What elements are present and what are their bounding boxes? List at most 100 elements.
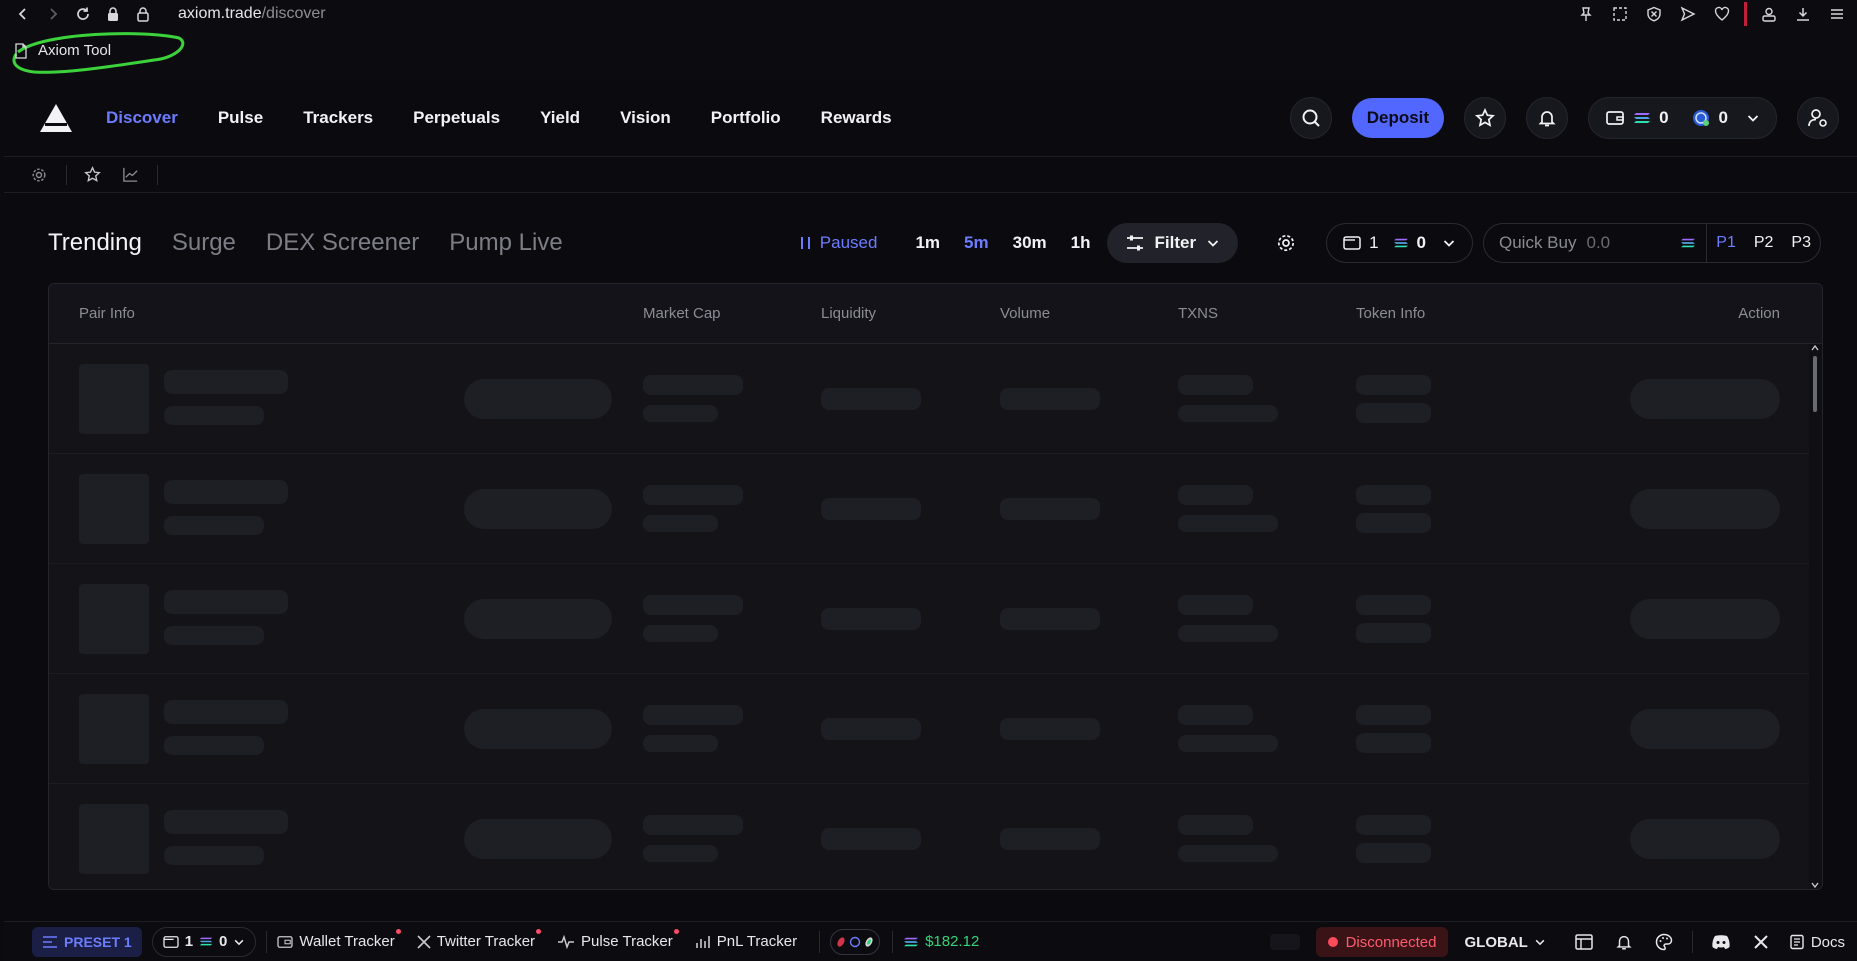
liquidity-skeleton bbox=[821, 498, 921, 520]
col-liquidity[interactable]: Liquidity bbox=[821, 305, 876, 322]
col-action[interactable]: Action bbox=[1738, 305, 1780, 322]
nav-trackers[interactable]: Trackers bbox=[303, 108, 373, 128]
bookmark-axiom-tool[interactable]: Axiom Tool bbox=[14, 42, 111, 59]
lock-icon[interactable] bbox=[128, 0, 158, 28]
wallet-balance-dropdown[interactable]: 0 0 bbox=[1588, 97, 1777, 139]
twitter-tracker-button[interactable]: Twitter Tracker bbox=[417, 929, 542, 950]
nav-perpetuals[interactable]: Perpetuals bbox=[413, 108, 500, 128]
nav-portfolio[interactable]: Portfolio bbox=[711, 108, 781, 128]
send-icon[interactable] bbox=[1676, 2, 1700, 26]
tab-dex-screener[interactable]: DEX Screener bbox=[266, 229, 419, 257]
reload-icon[interactable] bbox=[68, 0, 98, 28]
download-icon[interactable] bbox=[1791, 2, 1815, 26]
timeframe-1h[interactable]: 1h bbox=[1071, 233, 1091, 253]
scroll-down-icon[interactable] bbox=[1810, 881, 1820, 889]
page-info-icon[interactable] bbox=[98, 0, 128, 28]
back-icon[interactable] bbox=[8, 0, 38, 28]
table-row[interactable] bbox=[49, 784, 1809, 889]
app-page: axiom.trade/discover Axiom Tool Discover bbox=[0, 0, 1857, 961]
layout-icon[interactable] bbox=[1572, 930, 1596, 954]
scroll-thumb[interactable] bbox=[1813, 356, 1817, 412]
nav-discover[interactable]: Discover bbox=[106, 108, 178, 128]
col-txns[interactable]: TXNS bbox=[1178, 305, 1218, 322]
age-skeleton bbox=[464, 599, 612, 639]
palette-icon[interactable] bbox=[1652, 930, 1676, 954]
bell-icon[interactable] bbox=[1612, 930, 1636, 954]
action-button-skeleton[interactable] bbox=[1630, 709, 1780, 749]
market-cap-skeleton bbox=[643, 375, 743, 395]
filter-button[interactable]: Filter bbox=[1106, 223, 1239, 263]
action-button-skeleton[interactable] bbox=[1630, 599, 1780, 639]
preset-p2[interactable]: P2 bbox=[1745, 234, 1783, 252]
col-pair-info[interactable]: Pair Info bbox=[79, 305, 135, 322]
pin-icon[interactable] bbox=[1574, 2, 1598, 26]
x-logo-icon[interactable] bbox=[1749, 930, 1773, 954]
nav-vision[interactable]: Vision bbox=[620, 108, 671, 128]
tab-trending[interactable]: Trending bbox=[48, 229, 142, 257]
tab-pump-live[interactable]: Pump Live bbox=[449, 229, 562, 257]
address-bar[interactable]: axiom.trade/discover bbox=[178, 5, 326, 23]
sliders-icon bbox=[1126, 235, 1143, 251]
pause-toggle[interactable]: Paused bbox=[800, 233, 877, 253]
quick-buy-input[interactable]: 0.0 bbox=[1586, 233, 1676, 253]
settings-gear-icon[interactable] bbox=[26, 162, 52, 188]
nav-yield[interactable]: Yield bbox=[540, 108, 580, 128]
timeframe-1m[interactable]: 1m bbox=[915, 233, 940, 253]
table-row[interactable] bbox=[49, 344, 1809, 454]
wallet-selector[interactable]: 1 0 bbox=[1326, 223, 1473, 263]
tokens-pill[interactable] bbox=[830, 928, 881, 955]
wallet-tracker-button[interactable]: Wallet Tracker bbox=[277, 929, 401, 950]
connection-status[interactable]: Disconnected bbox=[1315, 927, 1449, 957]
pulse-tracker-label: Pulse Tracker bbox=[581, 933, 673, 950]
favorite-star-icon[interactable] bbox=[79, 162, 105, 188]
search-button[interactable] bbox=[1289, 97, 1332, 139]
preset-p3[interactable]: P3 bbox=[1782, 234, 1820, 252]
screenshot-icon[interactable] bbox=[1608, 2, 1632, 26]
tab-surge[interactable]: Surge bbox=[172, 229, 236, 257]
liquidity-skeleton bbox=[821, 828, 921, 850]
table-row[interactable] bbox=[49, 454, 1809, 564]
region-selector[interactable]: GLOBAL bbox=[1464, 934, 1545, 951]
quick-buy-field[interactable]: Quick Buy 0.0 P1 P2 P3 bbox=[1483, 223, 1821, 263]
chart-line-icon[interactable] bbox=[117, 162, 143, 188]
action-button-skeleton[interactable] bbox=[1630, 489, 1780, 529]
scroll-up-icon[interactable] bbox=[1810, 344, 1820, 352]
col-token-info[interactable]: Token Info bbox=[1356, 305, 1425, 322]
table-settings-icon[interactable] bbox=[1276, 233, 1296, 253]
table-scrollbar[interactable] bbox=[1810, 344, 1820, 889]
timeframe-5m[interactable]: 5m bbox=[964, 233, 989, 253]
docs-link[interactable]: Docs bbox=[1789, 934, 1845, 951]
action-button-skeleton[interactable] bbox=[1630, 819, 1780, 859]
footer-separator bbox=[892, 930, 894, 953]
total-balance[interactable]: $182.12 bbox=[903, 933, 979, 950]
action-button-skeleton[interactable] bbox=[1630, 379, 1780, 419]
notifications-button[interactable] bbox=[1526, 97, 1569, 139]
market-cap-change-skeleton bbox=[643, 625, 718, 642]
menu-icon[interactable] bbox=[1825, 2, 1849, 26]
axiom-logo-icon[interactable] bbox=[36, 103, 76, 133]
profile-icon[interactable] bbox=[1757, 2, 1781, 26]
col-volume[interactable]: Volume bbox=[1000, 305, 1050, 322]
col-market-cap[interactable]: Market Cap bbox=[643, 305, 721, 322]
watchlist-button[interactable] bbox=[1464, 97, 1507, 139]
table-row[interactable] bbox=[49, 564, 1809, 674]
footer-wallet-selector[interactable]: 1 0 bbox=[151, 926, 257, 957]
bell-icon bbox=[1538, 111, 1556, 127]
nav-pulse[interactable]: Pulse bbox=[218, 108, 263, 128]
pulse-tracker-button[interactable]: Pulse Tracker bbox=[557, 929, 679, 950]
heart-icon[interactable] bbox=[1710, 2, 1734, 26]
shield-icon[interactable] bbox=[1642, 2, 1666, 26]
deposit-button[interactable]: Deposit bbox=[1351, 98, 1445, 138]
nav-rewards[interactable]: Rewards bbox=[821, 108, 892, 128]
discord-icon[interactable] bbox=[1709, 930, 1733, 954]
account-settings-button[interactable] bbox=[1797, 97, 1839, 139]
volume-skeleton bbox=[1000, 608, 1100, 630]
timeframe-30m[interactable]: 30m bbox=[1013, 233, 1047, 253]
pnl-tracker-button[interactable]: PnL Tracker bbox=[695, 933, 797, 950]
forward-icon[interactable] bbox=[38, 0, 68, 28]
preset-p1[interactable]: P1 bbox=[1707, 234, 1745, 252]
token-ticker-skeleton bbox=[164, 626, 264, 645]
table-row[interactable] bbox=[49, 674, 1809, 784]
footer-preset-button[interactable]: PRESET 1 bbox=[32, 926, 142, 957]
token-ticker-skeleton bbox=[164, 516, 264, 535]
